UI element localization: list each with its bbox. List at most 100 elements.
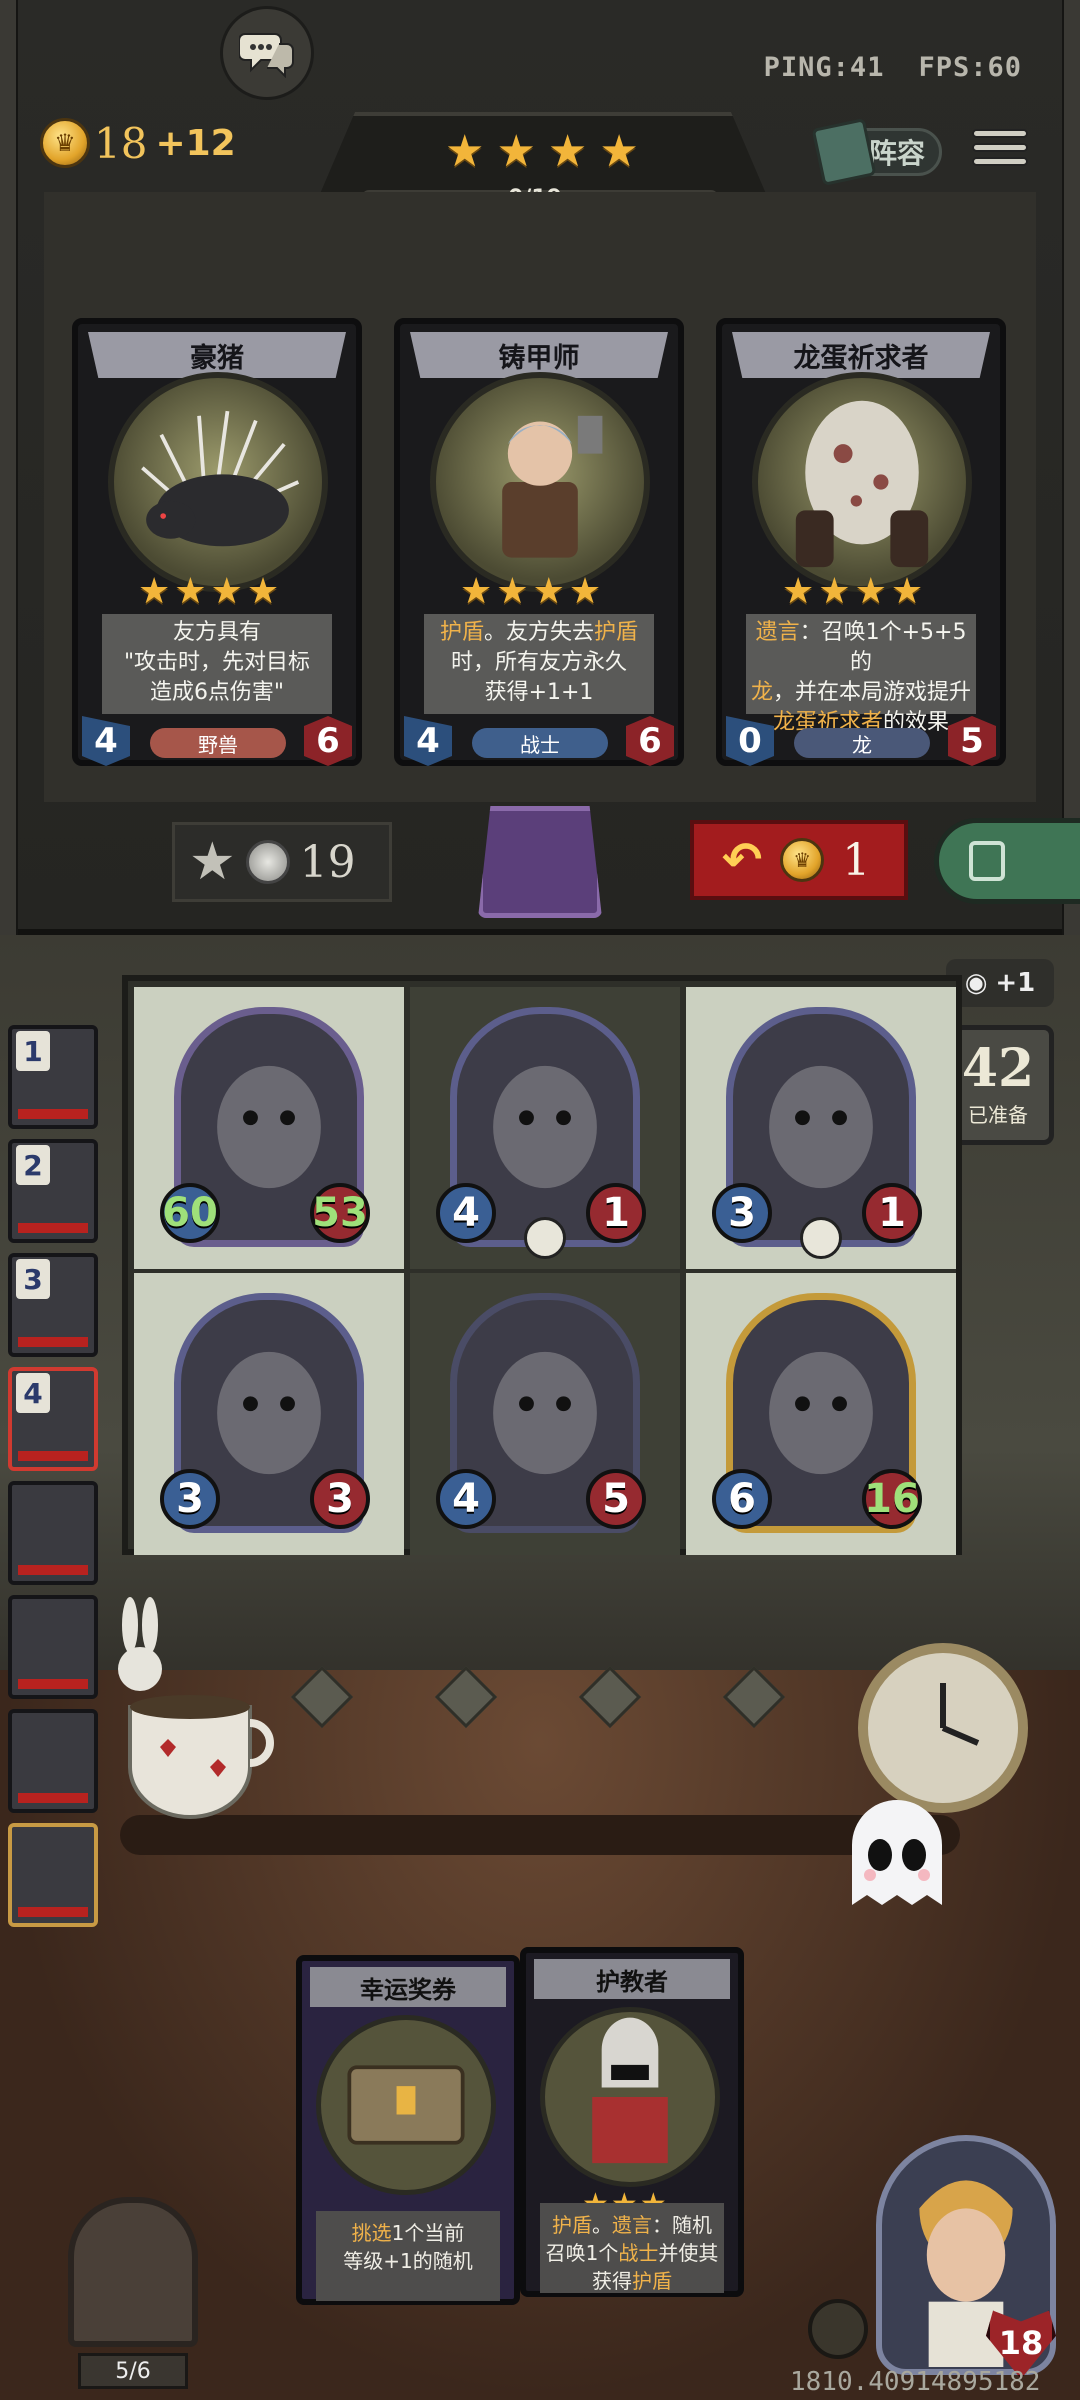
roster-player[interactable] [8,1481,98,1585]
gold-coin-icon: ♛ [780,838,825,882]
rabbit-decor [118,1597,162,1691]
chat-icon [239,33,294,78]
card-star-icon: ★ [496,571,529,612]
roster-rank: 3 [16,1259,50,1299]
menu-button[interactable] [972,124,1028,180]
card-stars: ★ ★ ★ ★ [138,574,279,610]
minion-attack: 6 [712,1469,772,1529]
teacup-decor [128,1695,274,1819]
card-star-icon: ★ [210,571,243,612]
minion-health: 53 [310,1183,370,1243]
refresh-cost: 1 [842,834,871,886]
silver-coin-icon [245,840,290,884]
card-name: 龙蛋祈求者 [793,342,929,374]
upgrade-cost: 19 [299,836,356,888]
shop-frame-left [0,0,18,935]
hand-card[interactable]: 护教者 ★★★ 护盾。遗言：随机召唤1个战士并使其获得护盾 [520,1947,744,2297]
hero-portrait[interactable]: 18 [876,2135,1062,2385]
shop-card[interactable]: 铸甲师 ★ ★ ★ ★ 护盾。友方失去护盾 时，所有友方永久 获得+1+1 4 战士 6 [394,318,684,766]
card-attack: 4 [404,716,452,766]
hand-card[interactable]: 幸运奖券 挑选1个当前 等级+1的随机 [296,1955,520,2305]
card-attack: 0 [726,716,774,766]
card-health: 6 [304,716,352,766]
lock-icon [969,841,1005,881]
coordinate-readout: 1810.40914895182 [790,2367,1041,2397]
card-star-icon: ★ [568,571,602,612]
minion-attack: 4 [436,1183,496,1243]
tier-star-icon: ★ [547,126,588,177]
card-star-icon: ★ [138,571,171,612]
chat-button[interactable] [220,6,314,100]
shop-card[interactable]: 龙蛋祈求者 ★ ★ ★ ★ 遗言：召唤1个+5+5的 龙，并在本局游戏提升 龙蛋祈求者的效… [716,318,1006,766]
minion-attack: 60 [160,1183,220,1243]
card-star-icon: ★ [174,571,207,612]
roster-health-bar [18,1565,88,1575]
lineup-button[interactable]: 阵容 [811,118,942,186]
minion-health: 16 [862,1469,922,1529]
minion-health: 1 [586,1183,646,1243]
board-slot: 41 [410,987,680,1269]
board-slot: 6 16 [686,1273,956,1555]
roster-health-bar [18,1109,88,1119]
roster-player[interactable] [8,1595,98,1699]
ghost-mascot[interactable] [822,1775,972,1925]
card-description: 护盾。友方失去护盾 时，所有友方永久 获得+1+1 [424,614,654,714]
card-star-icon: ★ [782,571,815,612]
board-slot: 60 53 [134,987,404,1269]
tier-star-icon: ★ [496,126,536,177]
upgrade-tavern-button[interactable]: ★ 19 [172,822,392,902]
roster-player[interactable] [8,1709,98,1813]
card-star-icon: ★ [890,571,924,612]
card-stars: ★ ★ ★ ★ [460,574,601,610]
deck-count: 5/6 [78,2353,188,2389]
spectator-count[interactable]: ◉ +1 [946,959,1054,1007]
refresh-icon: ↶ [722,832,763,888]
star-up-icon: ★ [189,832,236,892]
gold-value: 18 [94,118,148,168]
card-tribe: 龙 [794,728,930,758]
armorsmith-art [430,372,650,592]
shop-card[interactable]: 豪猪 ★ ★ ★ ★ 友方具有 "攻击时，先对目标 造成6点伤害" 4 野兽 6 [72,318,362,766]
freeze-button[interactable] [934,818,1080,904]
card-description: 挑选1个当前 等级+1的随机 [316,2211,500,2301]
deathrattle-skull-icon [524,1217,566,1259]
card-health: 6 [626,716,674,766]
card-description: 护盾。遗言：随机 召唤1个战士并使其 获得护盾 [540,2203,724,2293]
book-icon [811,118,877,186]
refresh-button[interactable]: ↶ ♛ 1 [690,820,908,900]
board-slot: 33 [134,1273,404,1555]
card-name: 豪猪 [190,342,244,374]
roster-rank: 4 [16,1373,50,1413]
shop-spell-portrait[interactable] [478,806,602,918]
porcupine-art [108,372,328,592]
minion-board: 60 53 4 1 3 1 3 3 4 5 6 16 [122,975,962,1555]
board-slot: 45 [410,1273,680,1555]
minion-health: 5 [586,1469,646,1529]
hero-power-button[interactable] [808,2299,868,2359]
minion-attack: 4 [436,1469,496,1529]
card-tribe: 野兽 [150,728,286,758]
roster-health-bar [18,1679,88,1689]
battlefield: ◉ +1 42 已准备 60 53 4 1 3 1 3 3 4 5 6 16 1234 幸运奖券 挑选… [0,935,1080,2400]
eye-icon: ◉ [964,968,988,998]
card-tribe: 战士 [472,728,608,758]
card-star-icon: ★ [818,571,851,612]
fps-text: FPS:60 [918,52,1022,83]
minion-attack: 3 [160,1469,220,1529]
roster-health-bar [18,1451,88,1461]
roster-player[interactable]: 3 [8,1253,98,1357]
perf-stats: PING:41 FPS:60 [764,52,1022,83]
deck-door [68,2197,198,2347]
card-attack: 4 [82,716,130,766]
roster-health-bar [18,1793,88,1803]
card-star-icon: ★ [532,571,565,612]
deck-pile[interactable]: 5/6 [48,2197,218,2397]
roster-rank: 2 [16,1145,50,1185]
roster-player[interactable] [8,1823,98,1927]
roster-player[interactable]: 2 [8,1139,98,1243]
roster-player[interactable]: 4 [8,1367,98,1471]
roster-player[interactable]: 1 [8,1025,98,1129]
roster-health-bar [18,1907,88,1917]
minion-attack: 3 [712,1183,772,1243]
menu-icon [972,129,1028,138]
